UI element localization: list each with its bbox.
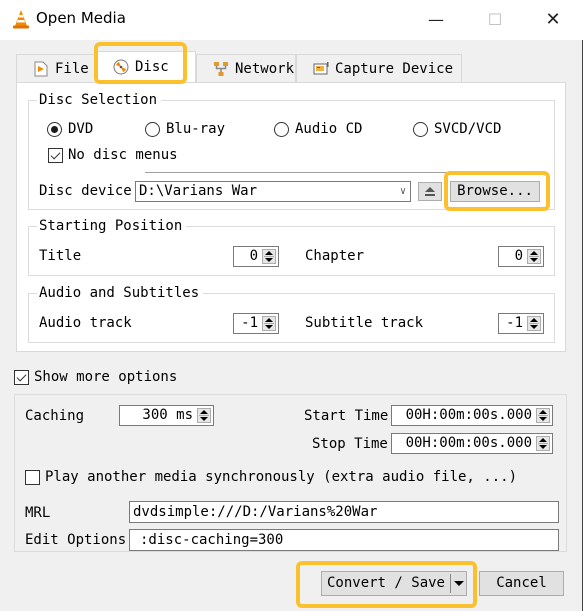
vlc-cone-icon <box>13 10 29 29</box>
caching-label: Caching <box>25 408 85 424</box>
audio-track-spinbox[interactable]: -1 <box>233 313 279 334</box>
start-time-value: 00H:00m:00s.000 <box>405 407 532 423</box>
starting-position-legend: Starting Position <box>37 218 187 234</box>
radio-blu-ray[interactable]: Blu-ray <box>145 121 225 137</box>
tab-network-label: Network <box>235 60 295 77</box>
disc-selection-legend: Disc Selection <box>37 92 162 108</box>
tab-disc[interactable]: Disc <box>96 51 196 82</box>
stop-time-label: Stop Time <box>312 436 388 452</box>
chapter-value: 0 <box>514 248 523 264</box>
capture-device-icon <box>313 61 329 74</box>
spin-arrows-icon[interactable] <box>536 436 550 451</box>
spin-arrows-icon[interactable] <box>527 249 541 264</box>
title-bar: Open Media — ☐ ✕ <box>0 0 583 40</box>
window-title: Open Media <box>36 9 126 27</box>
cancel-button[interactable]: Cancel <box>479 571 564 596</box>
convert-save-button[interactable]: Convert / Save <box>322 572 450 595</box>
show-more-options-label: Show more options <box>34 369 178 385</box>
radio-indicator <box>413 121 428 137</box>
network-icon <box>214 61 228 76</box>
chapter-spinbox[interactable]: 0 <box>498 246 544 267</box>
radio-dvd-label: DVD <box>68 121 94 137</box>
audio-track-value: -1 <box>241 315 258 331</box>
radio-indicator <box>274 121 289 137</box>
radio-svcd-vcd-label: SVCD/VCD <box>434 121 502 137</box>
radio-audio-cd-label: Audio CD <box>295 121 363 137</box>
checkbox-indicator <box>48 147 63 163</box>
edit-options-field[interactable]: :disc-caching=300 <box>129 529 559 551</box>
start-time-label: Start Time <box>304 408 389 424</box>
tab-file-label: File <box>55 60 89 77</box>
starting-position-group: Starting Position Title 0 Chapter 0 <box>28 218 555 276</box>
spin-arrows-icon[interactable] <box>536 408 550 423</box>
convert-save-dropdown-arrow[interactable] <box>451 572 466 595</box>
spin-arrows-icon[interactable] <box>262 316 276 331</box>
disc-device-combobox[interactable]: D:\Varians War ∨ <box>135 181 411 202</box>
stop-time-spinbox[interactable]: 00H:00m:00s.000 <box>391 433 553 454</box>
subtitle-track-value: -1 <box>506 315 523 331</box>
subtitle-track-spinbox[interactable]: -1 <box>498 313 544 334</box>
show-more-options-checkbox[interactable]: Show more options <box>14 369 177 385</box>
minimize-button[interactable]: — <box>421 8 451 32</box>
more-options-panel: Caching 300 ms Start Time 00H:00m:00s.00… <box>14 394 567 552</box>
caching-value: 300 ms <box>142 407 193 423</box>
spin-arrows-icon[interactable] <box>527 316 541 331</box>
play-another-media-label: Play another media synchronously (extra … <box>45 469 518 485</box>
stop-time-value: 00H:00m:00s.000 <box>405 435 532 451</box>
start-time-spinbox[interactable]: 00H:00m:00s.000 <box>391 405 553 426</box>
chapter-label: Chapter <box>305 248 365 264</box>
mrl-field[interactable]: dvdsimple:///D:/Varians%20War <box>129 501 559 523</box>
tab-capture-device[interactable]: Capture Device <box>296 54 462 82</box>
disc-device-label: Disc device <box>39 183 132 199</box>
title-value: 0 <box>249 248 258 264</box>
no-disc-menus-label: No disc menus <box>68 147 178 163</box>
subtitle-track-label: Subtitle track <box>305 315 424 331</box>
radio-dvd[interactable]: DVD <box>47 121 93 137</box>
open-media-dialog: Open Media — ☐ ✕ File Disc Network Captu… <box>0 0 583 611</box>
disc-selection-group: Disc Selection DVD Blu-ray Audio CD SVCD… <box>28 92 555 210</box>
tab-network[interactable]: Network <box>196 54 296 82</box>
mrl-label: MRL <box>25 505 51 521</box>
separator-line <box>145 172 542 173</box>
tab-disc-label: Disc <box>135 59 169 75</box>
caret-down-icon <box>454 581 464 586</box>
file-play-icon <box>34 61 48 76</box>
eject-button[interactable] <box>418 182 442 201</box>
checkbox-indicator <box>25 469 40 485</box>
edit-options-label: Edit Options <box>25 532 127 548</box>
caching-spinbox[interactable]: 300 ms <box>119 405 214 426</box>
radio-indicator <box>145 121 160 137</box>
browse-button[interactable]: Browse... <box>450 181 540 202</box>
radio-blu-ray-label: Blu-ray <box>166 121 226 137</box>
audio-subtitles-group: Audio and Subtitles Audio track -1 Subti… <box>28 285 555 343</box>
spin-arrows-icon[interactable] <box>197 408 211 423</box>
close-button[interactable]: ✕ <box>538 8 568 32</box>
audio-subtitles-legend: Audio and Subtitles <box>37 285 204 301</box>
tab-capture-device-label: Capture Device <box>335 60 454 77</box>
title-label: Title <box>39 248 82 264</box>
radio-audio-cd[interactable]: Audio CD <box>274 121 362 137</box>
disc-tab-panel: Disc Selection DVD Blu-ray Audio CD SVCD… <box>16 82 566 352</box>
convert-save-split-button[interactable]: Convert / Save <box>321 571 467 596</box>
radio-indicator <box>47 121 62 137</box>
chevron-down-icon: ∨ <box>399 186 406 197</box>
title-spinbox[interactable]: 0 <box>233 246 279 267</box>
radio-svcd-vcd[interactable]: SVCD/VCD <box>413 121 501 137</box>
disc-device-value: D:\Varians War <box>139 183 258 199</box>
checkbox-indicator <box>14 369 29 385</box>
disc-icon <box>113 59 129 75</box>
tab-file[interactable]: File <box>16 54 96 82</box>
maximize-button[interactable]: ☐ <box>480 8 510 32</box>
play-another-media-checkbox[interactable]: Play another media synchronously (extra … <box>25 469 517 485</box>
audio-track-label: Audio track <box>39 315 132 331</box>
no-disc-menus-checkbox[interactable]: No disc menus <box>48 147 178 163</box>
spin-arrows-icon[interactable] <box>262 249 276 264</box>
